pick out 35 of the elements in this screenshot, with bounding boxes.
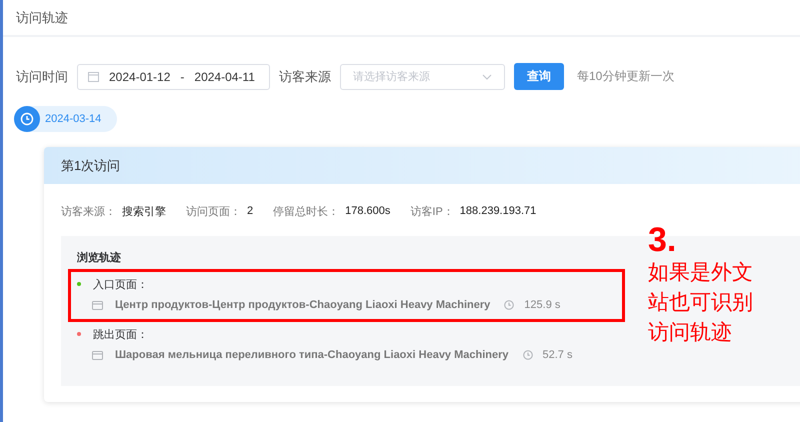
annotation-text: 站也可识别 <box>648 290 753 316</box>
filter-label: 访客来源 <box>279 68 331 86</box>
clock-icon <box>522 350 533 360</box>
step-label: 入口页面： <box>93 278 148 292</box>
stat-label: 访客IP： <box>410 204 454 218</box>
page-title: 访问轨迹 <box>16 8 68 26</box>
trail-title: 浏览轨迹 <box>77 250 122 265</box>
query-button[interactable]: 查询 <box>514 63 564 90</box>
stat-label: 访问页面： <box>186 204 241 218</box>
page-name: Шаровая мельница переливного типа-Chaoyang Liaoxi Heavy Machinery <box>115 349 509 361</box>
stat-value: 搜索引擎 <box>122 204 166 218</box>
annotation-number: 3. <box>648 222 678 258</box>
chevron-down-icon <box>482 74 492 80</box>
annotation-text: 如果是外文 <box>648 260 753 286</box>
clock-icon <box>504 300 514 310</box>
stat-value: 178.600s <box>345 205 390 217</box>
duration: 52.7 s <box>542 349 572 361</box>
update-hint: 每10分钟更新一次 <box>577 68 674 85</box>
page-name: Центр продуктов-Центр продуктов-Chaoyang Liaoxi Heavy Machinery <box>115 299 490 311</box>
source-select[interactable]: 请选择访客来源 <box>340 64 505 90</box>
stat-value: 188.239.193.71 <box>460 205 536 217</box>
duration: 125.9 s <box>524 299 560 311</box>
stat-label: 停留总时长： <box>273 204 340 218</box>
stat-label: 访客来源： <box>61 204 116 218</box>
annotation-text: 访问轨迹 <box>648 320 733 346</box>
calendar-icon <box>88 71 99 82</box>
card-icon <box>92 350 103 360</box>
stat-value: 2 <box>247 205 254 217</box>
visit-title: 第1次访问 <box>61 156 120 174</box>
filter-label: 访问时间 <box>16 68 68 86</box>
step-label: 跳出页面： <box>93 328 148 342</box>
date-tag: 2024-03-14 <box>14 106 118 132</box>
card-icon <box>92 300 103 310</box>
clock-icon <box>14 106 40 132</box>
date-range-field[interactable]: 2024-01-12 - 2024-04-11 <box>77 64 270 90</box>
